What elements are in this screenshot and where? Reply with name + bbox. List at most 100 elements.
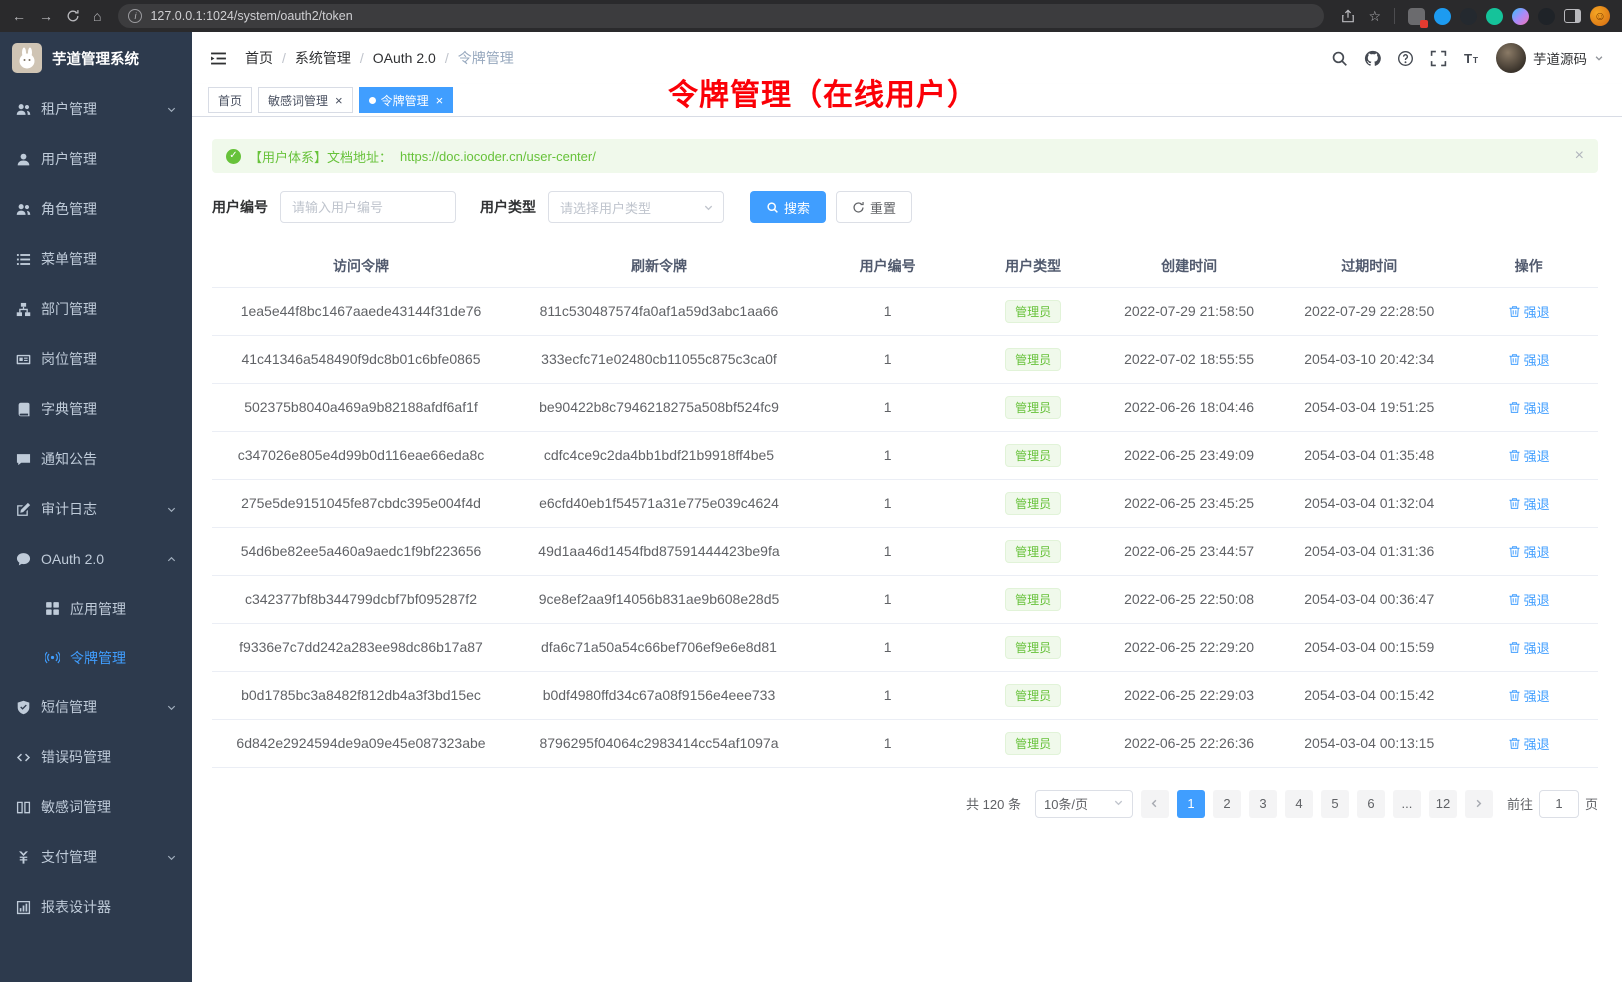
- browser-profile-avatar[interactable]: ☺: [1590, 6, 1610, 26]
- page-button[interactable]: 12: [1429, 790, 1457, 818]
- column-header: 访问令牌: [212, 245, 510, 287]
- trash-icon: [1508, 449, 1521, 462]
- goto-page-input[interactable]: [1539, 790, 1579, 818]
- font-size-icon[interactable]: TT: [1463, 50, 1480, 67]
- pager-more-button[interactable]: ...: [1393, 790, 1421, 818]
- breadcrumb-item[interactable]: 首页: [245, 48, 273, 68]
- sidebar-item-post[interactable]: 岗位管理: [0, 334, 192, 384]
- access-token-cell: f9336e7c7dd242a283ee98dc86b17a87: [212, 623, 510, 671]
- force-logout-button[interactable]: 强退: [1508, 446, 1550, 465]
- expire-time-cell: 2054-03-10 20:42:34: [1279, 335, 1459, 383]
- trash-icon: [1508, 641, 1521, 654]
- forward-icon[interactable]: →: [39, 9, 53, 23]
- extension-icon[interactable]: [1408, 8, 1425, 25]
- sidebar-item-tenant[interactable]: 租户管理: [0, 84, 192, 134]
- page-button[interactable]: 3: [1249, 790, 1277, 818]
- user-type-placeholder: 请选择用户类型: [560, 198, 651, 217]
- extension-icon[interactable]: [1460, 8, 1477, 25]
- dict-icon: [15, 401, 31, 417]
- extension-icon[interactable]: [1538, 8, 1555, 25]
- sidebar-item-user[interactable]: 用户管理: [0, 134, 192, 184]
- breadcrumb-item[interactable]: 令牌管理: [458, 48, 514, 68]
- force-logout-button[interactable]: 强退: [1508, 398, 1550, 417]
- extension-icon[interactable]: [1434, 8, 1451, 25]
- split-view-icon[interactable]: [1564, 9, 1581, 23]
- user-type-badge: 管理员: [1005, 396, 1061, 419]
- tab-token[interactable]: 令牌管理×: [359, 87, 454, 113]
- table-row: c342377bf8b344799dcbf7bf095287f29ce8ef2a…: [212, 575, 1598, 623]
- sidebar-item-dept[interactable]: 部门管理: [0, 284, 192, 334]
- extension-icon[interactable]: [1486, 8, 1503, 25]
- page-size-select[interactable]: 10条/页: [1035, 790, 1133, 818]
- user-id-cell: 1: [808, 431, 967, 479]
- share-icon[interactable]: [1341, 9, 1355, 23]
- alert-close-icon[interactable]: ×: [1575, 148, 1584, 164]
- toolbar-divider: [1394, 8, 1395, 24]
- search-button[interactable]: 搜索: [750, 191, 826, 223]
- post-icon: [15, 351, 31, 367]
- home-icon[interactable]: ⌂: [93, 9, 101, 23]
- user-menu[interactable]: 芋道源码: [1496, 43, 1604, 73]
- page-button[interactable]: 6: [1357, 790, 1385, 818]
- logo-avatar: [12, 43, 42, 73]
- github-icon[interactable]: [1364, 50, 1381, 67]
- app-logo[interactable]: 芋道管理系统: [0, 32, 192, 84]
- sidebar-fold-icon[interactable]: [210, 50, 227, 67]
- force-logout-button[interactable]: 强退: [1508, 590, 1550, 609]
- sidebar-item-menu[interactable]: 菜单管理: [0, 234, 192, 284]
- reload-icon[interactable]: [66, 9, 80, 23]
- force-logout-button[interactable]: 强退: [1508, 734, 1550, 753]
- page-button[interactable]: 4: [1285, 790, 1313, 818]
- next-page-button[interactable]: [1465, 790, 1493, 818]
- page-button[interactable]: 1: [1177, 790, 1205, 818]
- force-logout-button[interactable]: 强退: [1508, 350, 1550, 369]
- breadcrumb-item[interactable]: OAuth 2.0: [373, 50, 436, 66]
- access-token-cell: 275e5de9151045fe87cbdc395e004f4d: [212, 479, 510, 527]
- bookmark-star-icon[interactable]: ☆: [1368, 9, 1381, 23]
- user-type-label: 用户类型: [480, 197, 536, 217]
- extension-icon[interactable]: [1512, 8, 1529, 25]
- navbar-actions: TT 芋道源码: [1331, 43, 1604, 73]
- sidebar-item-notice[interactable]: 通知公告: [0, 434, 192, 484]
- table-header-row: 访问令牌刷新令牌用户编号用户类型创建时间过期时间操作: [212, 245, 1598, 287]
- reset-button[interactable]: 重置: [836, 191, 912, 223]
- sidebar-item-audit-log[interactable]: 审计日志: [0, 484, 192, 534]
- prev-page-button[interactable]: [1141, 790, 1169, 818]
- doc-link[interactable]: https://doc.iocoder.cn/user-center/: [400, 149, 596, 164]
- sidebar-item-oauth2[interactable]: OAuth 2.0: [0, 534, 192, 584]
- force-logout-button[interactable]: 强退: [1508, 638, 1550, 657]
- force-logout-button[interactable]: 强退: [1508, 686, 1550, 705]
- address-bar[interactable]: i 127.0.0.1:1024/system/oauth2/token: [118, 4, 1324, 28]
- help-icon[interactable]: [1397, 50, 1414, 67]
- tab-sensitive[interactable]: 敏感词管理×: [258, 87, 353, 113]
- sidebar-subitem-app[interactable]: 应用管理: [0, 584, 192, 633]
- site-info-icon[interactable]: i: [128, 9, 142, 23]
- sidebar-subitem-token[interactable]: 令牌管理: [0, 633, 192, 682]
- user-type-select[interactable]: 请选择用户类型: [548, 191, 724, 223]
- force-logout-button[interactable]: 强退: [1508, 302, 1550, 321]
- tenant-icon: [15, 101, 31, 117]
- user-id-input[interactable]: [280, 191, 456, 223]
- sidebar-item-dict[interactable]: 字典管理: [0, 384, 192, 434]
- tab-close-icon[interactable]: ×: [335, 94, 343, 107]
- sidebar-item-role[interactable]: 角色管理: [0, 184, 192, 234]
- force-logout-button[interactable]: 强退: [1508, 494, 1550, 513]
- tab-home[interactable]: 首页: [208, 87, 252, 113]
- sidebar-item-errcode[interactable]: 错误码管理: [0, 732, 192, 782]
- sidebar-item-sms[interactable]: 短信管理: [0, 682, 192, 732]
- sidebar-item-pay[interactable]: 支付管理: [0, 832, 192, 882]
- user-avatar: [1496, 43, 1526, 73]
- sidebar-item-sensitive[interactable]: 敏感词管理: [0, 782, 192, 832]
- page-buttons: 123456...12: [1177, 790, 1457, 818]
- breadcrumb-item[interactable]: 系统管理: [295, 48, 351, 68]
- page-button[interactable]: 5: [1321, 790, 1349, 818]
- fullscreen-icon[interactable]: [1430, 50, 1447, 67]
- force-logout-button[interactable]: 强退: [1508, 542, 1550, 561]
- back-icon[interactable]: ←: [12, 9, 26, 23]
- sidebar-item-report[interactable]: 报表设计器: [0, 882, 192, 932]
- search-icon[interactable]: [1331, 50, 1348, 67]
- tab-close-icon[interactable]: ×: [436, 94, 444, 107]
- page-button[interactable]: 2: [1213, 790, 1241, 818]
- user-type-badge: 管理员: [1005, 732, 1061, 755]
- app-title: 芋道管理系统: [52, 48, 139, 69]
